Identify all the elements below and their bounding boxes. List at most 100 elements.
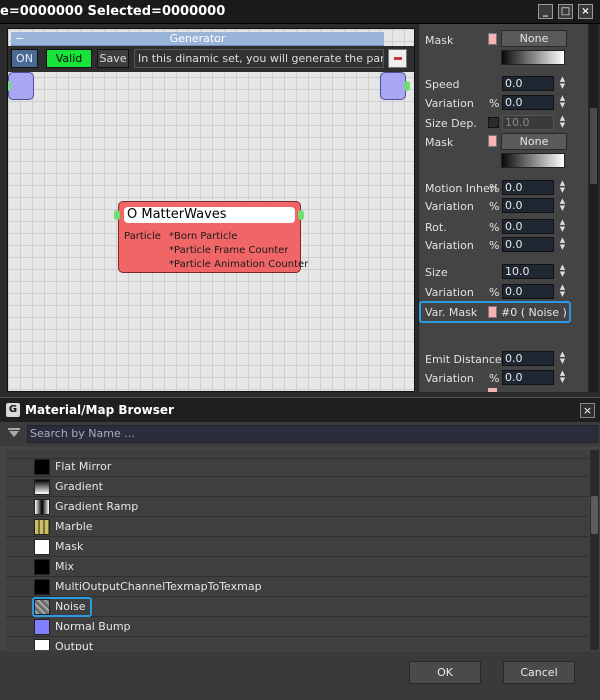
variation3-label: Variation bbox=[425, 239, 474, 252]
input-port[interactable] bbox=[8, 72, 34, 100]
variation2-field[interactable]: 0.0 bbox=[502, 198, 554, 213]
rot-spinner-icon[interactable]: ▲ ▼ bbox=[558, 219, 567, 234]
scrollbar-thumb[interactable] bbox=[590, 108, 597, 184]
variation5-label: Variation bbox=[425, 372, 474, 385]
node-title: O MatterWaves bbox=[124, 207, 295, 223]
minimize-icon[interactable]: _ bbox=[538, 4, 553, 19]
list-item[interactable]: Gradient Ramp bbox=[6, 497, 589, 517]
mask1-label: Mask bbox=[425, 34, 454, 47]
list-scrollbar[interactable] bbox=[590, 450, 599, 650]
on-toggle-button[interactable]: ON bbox=[11, 49, 38, 68]
remove-node-icon[interactable] bbox=[388, 49, 407, 68]
list-item[interactable]: Mix bbox=[6, 557, 589, 577]
output-port-connector[interactable] bbox=[404, 81, 410, 91]
list-item-label: Output bbox=[55, 640, 94, 650]
size-field[interactable]: 10.0 bbox=[502, 264, 554, 279]
emit-distance-label: Emit Distance bbox=[425, 353, 502, 366]
node-input-connector[interactable] bbox=[114, 210, 120, 220]
variation5-spinner-icon[interactable]: ▲ ▼ bbox=[558, 370, 567, 385]
black-swatch-icon bbox=[34, 579, 50, 595]
variation2-spinner-icon[interactable]: ▲ ▼ bbox=[558, 198, 567, 213]
cancel-button[interactable]: Cancel bbox=[503, 661, 575, 684]
gradient-swatch-icon bbox=[34, 479, 50, 495]
maximize-icon[interactable]: □ bbox=[558, 4, 573, 19]
speed-label: Speed bbox=[425, 78, 460, 91]
ok-button[interactable]: OK bbox=[409, 661, 481, 684]
motion-spinner-icon[interactable]: ▲ ▼ bbox=[558, 180, 567, 195]
close-icon[interactable]: × bbox=[580, 403, 595, 418]
list-item[interactable]: Normal Bump bbox=[6, 617, 589, 637]
properties-scrollbar[interactable] bbox=[589, 24, 598, 392]
output-port[interactable] bbox=[380, 72, 406, 100]
browser-footer: OK Cancel bbox=[0, 651, 600, 700]
node-output-born[interactable]: *Born Particle bbox=[169, 231, 237, 242]
mask2-color-swatch[interactable] bbox=[488, 135, 497, 147]
motion-percent: % bbox=[489, 182, 500, 195]
scrollbar-thumb[interactable] bbox=[591, 496, 598, 534]
node-output-connector[interactable] bbox=[298, 210, 304, 220]
sizedep-checkbox[interactable] bbox=[488, 117, 499, 128]
marble-swatch-icon bbox=[34, 519, 50, 535]
search-input[interactable]: Search by Name ... bbox=[27, 425, 598, 443]
mask1-map-button[interactable]: None bbox=[501, 30, 567, 47]
size-label: Size bbox=[425, 266, 448, 279]
variation1-spinner-icon[interactable]: ▲ ▼ bbox=[558, 95, 567, 110]
sizedep-field[interactable]: 10.0 bbox=[502, 115, 554, 130]
rot-label: Rot. bbox=[425, 221, 447, 234]
node-output-animation-counter[interactable]: *Particle Animation Counter bbox=[169, 259, 308, 270]
variation4-field[interactable]: 0.0 bbox=[502, 284, 554, 299]
filter-dropdown-icon[interactable] bbox=[8, 428, 20, 438]
white-swatch-icon bbox=[34, 639, 50, 650]
material-map-browser: G Material/Map Browser × Search by Name … bbox=[0, 397, 600, 700]
variation3-field[interactable]: 0.0 bbox=[502, 237, 554, 252]
generator-header[interactable]: − Generator bbox=[11, 32, 384, 46]
matterwaves-node[interactable]: O MatterWaves Particle *Born Particle *P… bbox=[118, 201, 308, 273]
list-item-label: MultiOutputChannelTexmapToTexmap bbox=[55, 580, 262, 593]
generator-description-field[interactable]: In this dinamic set, you will generate t… bbox=[134, 49, 384, 68]
valid-button[interactable]: Valid bbox=[46, 49, 92, 68]
mask2-map-button[interactable]: None bbox=[501, 133, 567, 150]
generator-toolbar: ON Valid Save In this dinamic set, you w… bbox=[8, 46, 414, 72]
variation1-label: Variation bbox=[425, 97, 474, 110]
node-output-frame-counter[interactable]: *Particle Frame Counter bbox=[169, 245, 288, 256]
list-item[interactable]: Output bbox=[6, 637, 589, 650]
variation4-label: Variation bbox=[425, 286, 474, 299]
normal-bump-swatch-icon bbox=[34, 619, 50, 635]
list-item[interactable]: MultiOutputChannelTexmapToTexmap bbox=[6, 577, 589, 597]
app-root: e=0000000 Selected=0000000 _ □ × − Gener… bbox=[0, 0, 600, 700]
particle-editor-window: e=0000000 Selected=0000000 _ □ × − Gener… bbox=[0, 0, 600, 397]
motion-field[interactable]: 0.0 bbox=[502, 180, 554, 195]
speed-field[interactable]: 0.0 bbox=[502, 76, 554, 91]
save-button[interactable]: Save bbox=[97, 49, 129, 68]
variation4-percent: % bbox=[489, 286, 500, 299]
list-item[interactable]: Flat Mirror bbox=[6, 457, 589, 477]
cut-off-swatch bbox=[488, 388, 497, 392]
map-list[interactable]: Flat Mirror Gradient Gradient Ramp Marbl… bbox=[6, 450, 589, 650]
emit-distance-field[interactable]: 0.0 bbox=[502, 351, 554, 366]
variation3-percent: % bbox=[489, 239, 500, 252]
varmask-color-swatch[interactable] bbox=[488, 306, 497, 318]
variation3-spinner-icon[interactable]: ▲ ▼ bbox=[558, 237, 567, 252]
rot-percent: % bbox=[489, 221, 500, 234]
variation1-field[interactable]: 0.0 bbox=[502, 95, 554, 110]
list-item-selected[interactable]: Noise bbox=[6, 597, 589, 617]
black-swatch-icon bbox=[34, 459, 50, 475]
emit-distance-spinner-icon[interactable]: ▲ ▼ bbox=[558, 351, 567, 366]
speed-spinner-icon[interactable]: ▲ ▼ bbox=[558, 76, 567, 91]
node-canvas[interactable]: − Generator ON Valid Save In this dinami… bbox=[7, 28, 415, 392]
variation5-field[interactable]: 0.0 bbox=[502, 370, 554, 385]
rot-field[interactable]: 0.0 bbox=[502, 219, 554, 234]
sizedep-spinner-icon[interactable]: ▲ ▼ bbox=[558, 115, 567, 130]
list-item[interactable]: Mask bbox=[6, 537, 589, 557]
close-icon[interactable]: × bbox=[578, 4, 593, 19]
size-spinner-icon[interactable]: ▲ ▼ bbox=[558, 264, 567, 279]
white-swatch-icon bbox=[34, 539, 50, 555]
list-item[interactable]: Gradient bbox=[6, 477, 589, 497]
varmask-map-button[interactable]: #0 ( Noise ) bbox=[501, 306, 567, 319]
search-row: Search by Name ... bbox=[0, 422, 600, 446]
mask1-color-swatch[interactable] bbox=[488, 33, 497, 45]
list-item[interactable]: Marble bbox=[6, 517, 589, 537]
variation4-spinner-icon[interactable]: ▲ ▼ bbox=[558, 284, 567, 299]
node-input-label: Particle bbox=[124, 231, 161, 242]
input-port-connector[interactable] bbox=[8, 81, 11, 91]
